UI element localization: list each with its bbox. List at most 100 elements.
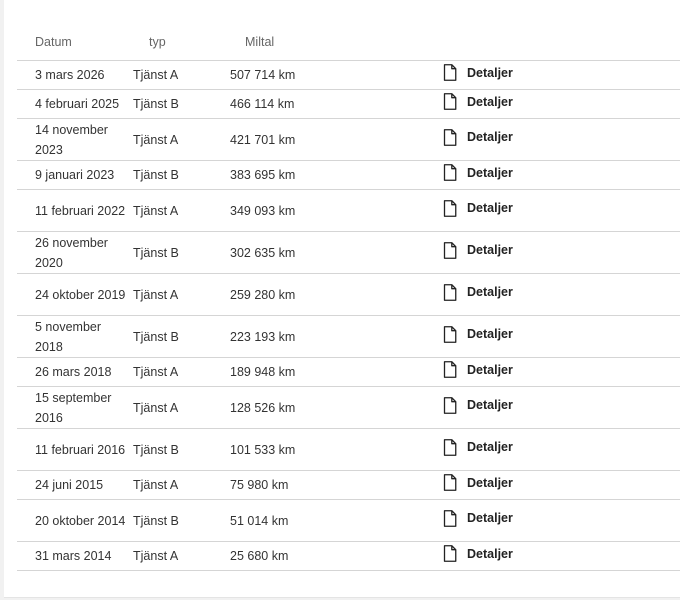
cell-type: Tjänst B — [131, 428, 227, 471]
cell-action: Detaljer — [443, 499, 680, 542]
table-row: 15 september 2016 Tjänst A 128 526 km Detal… — [17, 386, 680, 429]
cell-mileage: 259 280 km — [227, 273, 443, 316]
details-link[interactable]: Detaljer — [443, 544, 513, 564]
cell-type: Tjänst B — [131, 160, 227, 190]
details-label: Detaljer — [467, 546, 513, 561]
document-icon — [443, 396, 457, 414]
cell-action: Detaljer — [443, 273, 680, 316]
document-icon — [443, 509, 457, 527]
cell-action: Detaljer — [443, 118, 680, 161]
cell-type: Tjänst B — [131, 231, 227, 274]
table-row: 24 oktober 2019 Tjänst A 259 280 km Detalje… — [17, 273, 680, 316]
cell-action: Detaljer — [443, 89, 680, 119]
cell-date: 3 mars 2026 — [17, 60, 131, 90]
table-row: 11 februari 2022 Tjänst A 349 093 km Detalj… — [17, 189, 680, 232]
details-link[interactable]: Detaljer — [443, 473, 513, 493]
cell-date: 26 mars 2018 — [17, 357, 131, 387]
table-header-row: Datum typ Miltal — [17, 23, 680, 61]
details-link[interactable]: Detaljer — [443, 395, 513, 415]
table-row: 9 januari 2023 Tjänst B 383 695 km Detaljer — [17, 160, 680, 190]
document-icon — [443, 93, 457, 111]
service-history-panel: Datum typ Miltal 3 mars 2026 Tjänst A 507 … — [4, 0, 680, 598]
service-history-table: Datum typ Miltal 3 mars 2026 Tjänst A 507 … — [17, 23, 680, 571]
cell-type: Tjänst A — [131, 386, 227, 429]
details-link[interactable]: Detaljer — [443, 163, 513, 183]
table-row: 31 mars 2014 Tjänst A 25 680 km Detaljer — [17, 541, 680, 571]
details-link[interactable]: Detaljer — [443, 240, 513, 260]
cell-action: Detaljer — [443, 315, 680, 358]
table-row: 14 november 2023 Tjänst A 421 701 km Detalj… — [17, 118, 680, 161]
details-label: Detaljer — [467, 65, 513, 80]
cell-action: Detaljer — [443, 357, 680, 387]
cell-date: 5 november 2018 — [17, 315, 131, 358]
column-header-date: Datum — [17, 23, 131, 61]
details-label: Detaljer — [467, 511, 513, 526]
cell-date: 11 februari 2016 — [17, 428, 131, 471]
details-link[interactable]: Detaljer — [443, 282, 513, 302]
column-header-mileage: Miltal — [227, 23, 443, 61]
cell-date: 9 januari 2023 — [17, 160, 131, 190]
details-link[interactable]: Detaljer — [443, 360, 513, 380]
cell-date: 31 mars 2014 — [17, 541, 131, 571]
table-row: 26 mars 2018 Tjänst A 189 948 km Detaljer — [17, 357, 680, 387]
details-link[interactable]: Detaljer — [443, 63, 513, 83]
details-label: Detaljer — [467, 440, 513, 455]
cell-mileage: 101 533 km — [227, 428, 443, 471]
cell-date: 4 februari 2025 — [17, 89, 131, 119]
document-icon — [443, 325, 457, 343]
table-row: 5 november 2018 Tjänst B 223 193 km Detalje… — [17, 315, 680, 358]
cell-action: Detaljer — [443, 386, 680, 429]
table-row: 20 oktober 2014 Tjänst B 51 014 km Detaljer — [17, 499, 680, 542]
table-row: 4 februari 2025 Tjänst B 466 114 km Detalje… — [17, 89, 680, 119]
cell-mileage: 421 701 km — [227, 118, 443, 161]
cell-date: 11 februari 2022 — [17, 189, 131, 232]
cell-date: 24 oktober 2019 — [17, 273, 131, 316]
details-link[interactable]: Detaljer — [443, 92, 513, 112]
document-icon — [443, 64, 457, 82]
column-header-type: typ — [131, 23, 227, 61]
details-label: Detaljer — [467, 165, 513, 180]
document-icon — [443, 128, 457, 146]
details-link[interactable]: Detaljer — [443, 198, 513, 218]
cell-type: Tjänst A — [131, 273, 227, 316]
document-icon — [443, 438, 457, 456]
document-icon — [443, 545, 457, 563]
details-label: Detaljer — [467, 362, 513, 377]
details-label: Detaljer — [467, 327, 513, 342]
cell-mileage: 507 714 km — [227, 60, 443, 90]
cell-mileage: 75 980 km — [227, 470, 443, 500]
cell-type: Tjänst A — [131, 357, 227, 387]
cell-type: Tjänst B — [131, 315, 227, 358]
cell-mileage: 223 193 km — [227, 315, 443, 358]
details-label: Detaljer — [467, 94, 513, 109]
table-row: 26 november 2020 Tjänst B 302 635 km Detalj… — [17, 231, 680, 274]
details-link[interactable]: Detaljer — [443, 127, 513, 147]
table-row: 3 mars 2026 Tjänst A 507 714 km Detaljer — [17, 60, 680, 90]
details-link[interactable]: Detaljer — [443, 437, 513, 457]
table-row: 24 juni 2015 Tjänst A 75 980 km Detaljer — [17, 470, 680, 500]
details-label: Detaljer — [467, 285, 513, 300]
cell-date: 14 november 2023 — [17, 118, 131, 161]
cell-mileage: 466 114 km — [227, 89, 443, 119]
cell-mileage: 189 948 km — [227, 357, 443, 387]
cell-mileage: 302 635 km — [227, 231, 443, 274]
cell-action: Detaljer — [443, 189, 680, 232]
table-row: 11 februari 2016 Tjänst B 101 533 km Detalj… — [17, 428, 680, 471]
cell-type: Tjänst A — [131, 470, 227, 500]
cell-mileage: 51 014 km — [227, 499, 443, 542]
document-icon — [443, 361, 457, 379]
details-link[interactable]: Detaljer — [443, 324, 513, 344]
cell-mileage: 349 093 km — [227, 189, 443, 232]
cell-mileage: 128 526 km — [227, 386, 443, 429]
document-icon — [443, 199, 457, 217]
cell-date: 24 juni 2015 — [17, 470, 131, 500]
details-link[interactable]: Detaljer — [443, 508, 513, 528]
details-label: Detaljer — [467, 398, 513, 413]
cell-action: Detaljer — [443, 541, 680, 571]
cell-action: Detaljer — [443, 470, 680, 500]
document-icon — [443, 474, 457, 492]
cell-type: Tjänst A — [131, 541, 227, 571]
cell-type: Tjänst B — [131, 499, 227, 542]
cell-action: Detaljer — [443, 231, 680, 274]
cell-type: Tjänst A — [131, 60, 227, 90]
